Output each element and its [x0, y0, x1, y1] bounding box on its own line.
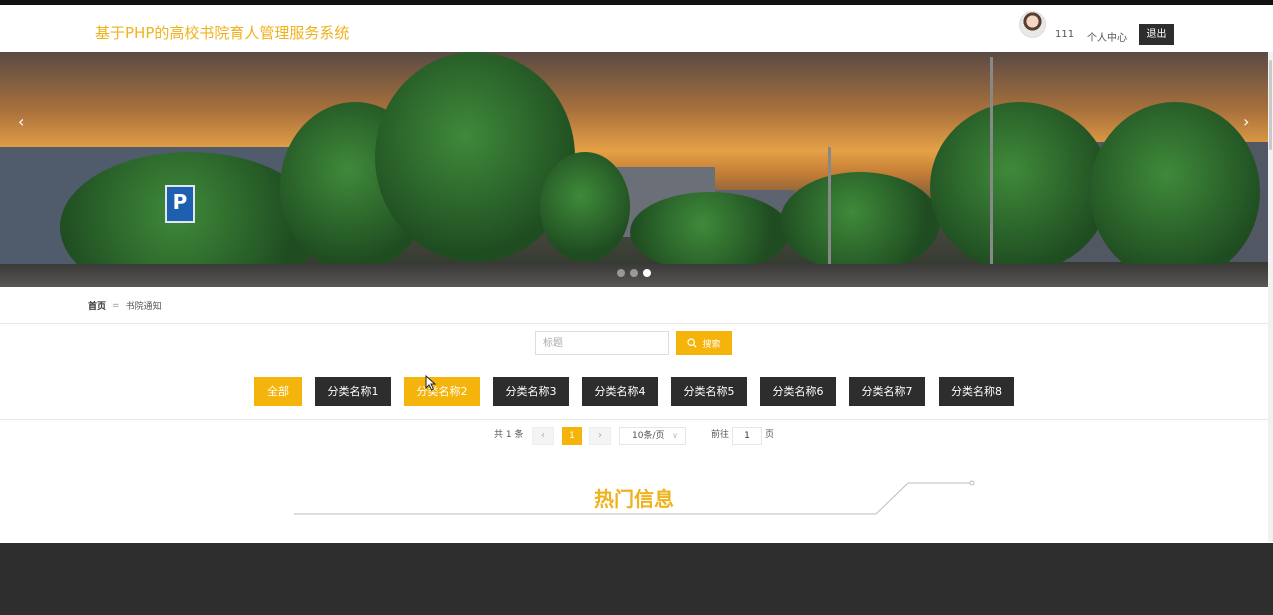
- chevron-down-icon: ∨: [672, 431, 678, 440]
- category-7[interactable]: 分类名称7: [849, 377, 925, 406]
- category-6[interactable]: 分类名称6: [760, 377, 836, 406]
- logout-button[interactable]: 退出: [1139, 24, 1174, 45]
- carousel-dot[interactable]: [630, 269, 638, 277]
- banner-carousel[interactable]: P ‹ ›: [0, 52, 1268, 287]
- user-name: 111: [1055, 29, 1075, 40]
- search-button[interactable]: 搜索: [676, 331, 732, 355]
- parking-sign: P: [165, 185, 195, 223]
- divider: [0, 419, 1268, 420]
- carousel-dot-active[interactable]: [643, 269, 651, 277]
- breadcrumb-current: 书院通知: [125, 302, 162, 312]
- hot-section-title: 热门信息: [594, 487, 674, 511]
- mouse-cursor-icon: [425, 375, 437, 391]
- banner-tree: [780, 172, 940, 272]
- breadcrumb: 首页 = 书院通知: [88, 299, 162, 313]
- search-button-label: 搜索: [702, 339, 721, 350]
- chevron-right-icon[interactable]: ›: [589, 427, 611, 445]
- goto-label: 前往: [711, 430, 730, 440]
- site-title[interactable]: 基于PHP的高校书院育人管理服务系统: [95, 22, 349, 43]
- banner-tree: [1090, 102, 1260, 282]
- chevron-left-icon[interactable]: ‹: [532, 427, 554, 445]
- search-input[interactable]: [535, 331, 669, 355]
- breadcrumb-separator: =: [112, 300, 120, 311]
- chevron-left-icon[interactable]: ‹: [18, 112, 24, 131]
- scrollbar-thumb[interactable]: [1269, 60, 1272, 150]
- divider: [0, 323, 1268, 324]
- category-4[interactable]: 分类名称4: [582, 377, 658, 406]
- user-center-link[interactable]: 个人中心: [1087, 29, 1127, 44]
- banner-tree: [930, 102, 1110, 272]
- category-all[interactable]: 全部: [254, 377, 302, 406]
- page-suffix: 页: [765, 430, 775, 440]
- category-2[interactable]: 分类名称2: [404, 377, 480, 406]
- carousel-dots: [617, 269, 651, 277]
- page-size-select[interactable]: 10条/页 ∨: [619, 427, 686, 445]
- category-1[interactable]: 分类名称1: [315, 377, 391, 406]
- goto-page-input[interactable]: 1: [732, 427, 762, 445]
- banner-lamp-pole: [990, 57, 993, 272]
- avatar[interactable]: [1019, 11, 1046, 38]
- search-icon: [687, 338, 698, 348]
- category-5[interactable]: 分类名称5: [671, 377, 747, 406]
- header: 基于PHP的高校书院育人管理服务系统: [0, 5, 1273, 52]
- chevron-right-icon[interactable]: ›: [1243, 112, 1249, 131]
- category-3[interactable]: 分类名称3: [493, 377, 569, 406]
- banner-tree: [630, 192, 790, 272]
- pagination-total: 共 1 条: [494, 430, 524, 440]
- banner-tree: [540, 152, 630, 262]
- banner-lamp-pole: [828, 147, 831, 267]
- category-8[interactable]: 分类名称8: [939, 377, 1014, 406]
- pagination-current-page[interactable]: 1: [562, 427, 582, 445]
- carousel-dot[interactable]: [617, 269, 625, 277]
- footer: [0, 543, 1273, 615]
- page-size-label: 10条/页: [632, 431, 665, 441]
- breadcrumb-home[interactable]: 首页: [88, 299, 106, 312]
